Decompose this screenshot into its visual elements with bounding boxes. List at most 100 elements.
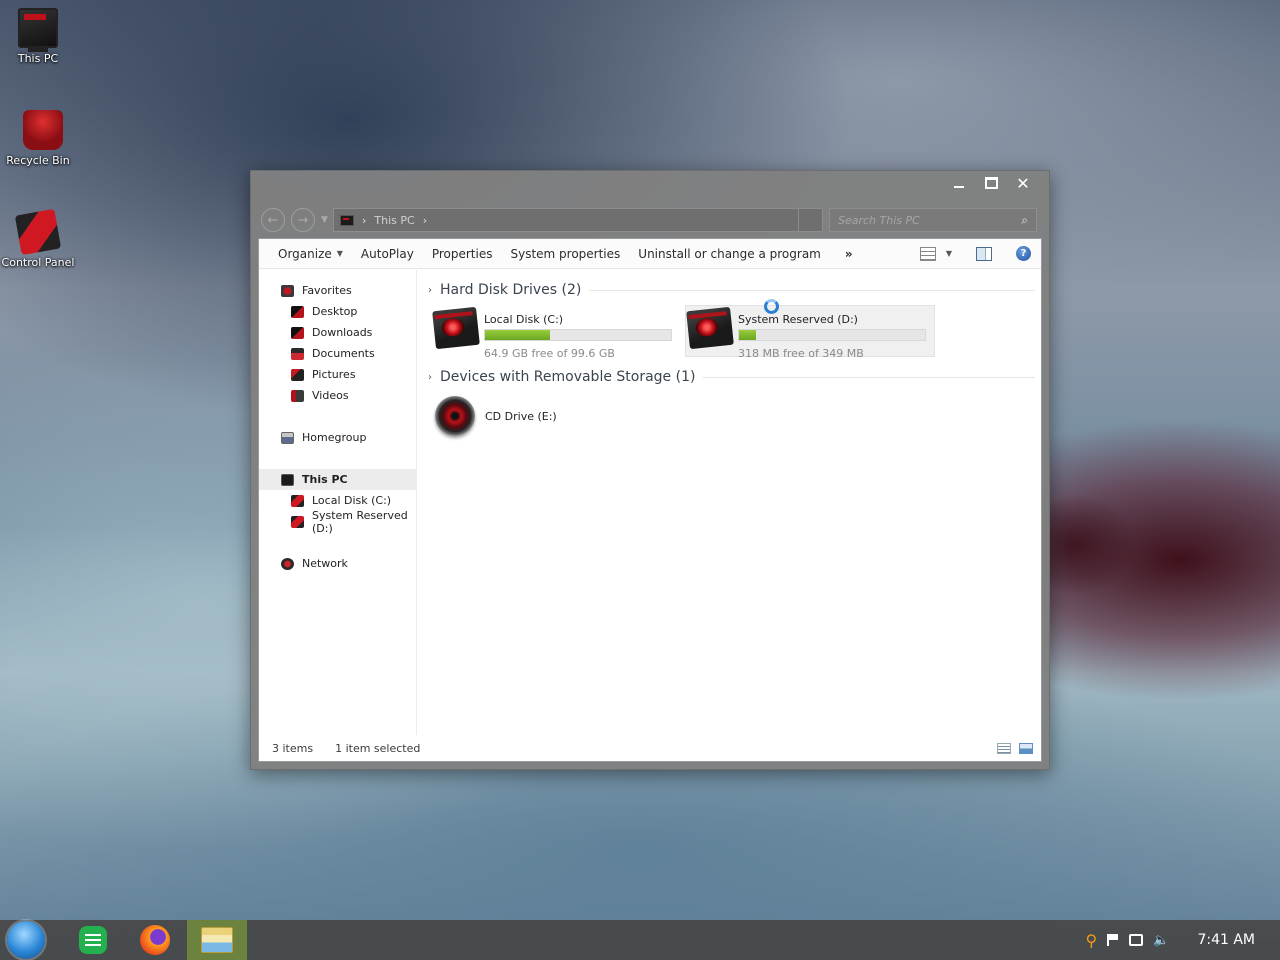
sidebar-item-system-reserved[interactable]: System Reserved (D:): [259, 509, 416, 535]
taskbar: ⚲ 🔈 7:41 AM: [0, 920, 1280, 960]
control-panel-icon: [14, 208, 62, 256]
properties-button[interactable]: Properties: [423, 239, 502, 269]
sidebar-item-this-pc[interactable]: This PC: [259, 469, 416, 490]
desktop-icon-label: This PC: [17, 52, 59, 65]
navigation-bar: ← → ▼ › This PC › Search This PC ⌕: [261, 207, 1041, 233]
view-controls: ▼ ?: [919, 246, 1041, 261]
autoplay-button[interactable]: AutoPlay: [352, 239, 423, 269]
group-divider: [589, 289, 1035, 291]
cd-drive-icon: [435, 396, 475, 436]
sidebar-item-label: Pictures: [312, 368, 356, 381]
favorites-star-icon: [281, 284, 294, 297]
sidebar-item-desktop[interactable]: Desktop: [259, 301, 416, 322]
hard-drive-icon: [686, 306, 734, 350]
maximize-button[interactable]: [975, 173, 1007, 193]
desktop-icon-control-panel[interactable]: Control Panel: [0, 208, 76, 269]
forward-button[interactable]: →: [291, 208, 315, 232]
chevron-down-icon[interactable]: ▼: [946, 249, 952, 258]
taskbar-app-notes[interactable]: [63, 920, 123, 960]
details-view-icon[interactable]: [997, 743, 1011, 754]
drive-name: Local Disk (C:): [484, 313, 564, 326]
address-separator[interactable]: ›: [423, 214, 427, 227]
back-arrow-icon: ←: [267, 212, 279, 228]
close-button[interactable]: ✕: [1007, 173, 1039, 193]
sidebar-item-pictures[interactable]: Pictures: [259, 364, 416, 385]
back-button[interactable]: ←: [261, 208, 285, 232]
drive-usage-fill: [739, 330, 756, 340]
sidebar-item-label: Desktop: [312, 305, 358, 318]
forward-arrow-icon: →: [297, 212, 309, 228]
desktop-icon-label: Control Panel: [1, 256, 75, 269]
sidebar-item-label: Downloads: [312, 326, 373, 339]
firefox-icon: [140, 925, 170, 955]
address-bar[interactable]: › This PC ›: [333, 208, 799, 232]
this-pc-icon: [18, 8, 58, 52]
organize-label: Organize: [278, 246, 332, 261]
sidebar-item-label: Documents: [312, 347, 375, 360]
homegroup-icon: [281, 431, 294, 444]
change-view-icon[interactable]: [919, 246, 936, 261]
address-location[interactable]: This PC: [374, 214, 414, 227]
drive-free-space: 64.9 GB free of 99.6 GB: [484, 347, 615, 360]
clock[interactable]: 7:41 AM: [1197, 932, 1255, 948]
search-icon[interactable]: ⚲: [1086, 931, 1098, 950]
sidebar-item-videos[interactable]: Videos: [259, 385, 416, 406]
sidebar-item-label: Network: [302, 557, 348, 570]
uninstall-program-button[interactable]: Uninstall or change a program: [629, 239, 830, 269]
address-separator: ›: [362, 213, 367, 227]
sidebar-item-network[interactable]: Network: [259, 553, 416, 574]
recycle-bin-icon: [23, 110, 63, 150]
sidebar-item-downloads[interactable]: Downloads: [259, 322, 416, 343]
command-bar: Organize ▼ AutoPlay Properties System pr…: [259, 239, 1041, 269]
file-explorer-icon: [201, 927, 233, 953]
drive-usage-fill: [485, 330, 551, 340]
minimize-button[interactable]: [943, 173, 975, 193]
chevron-right-icon: ›: [428, 284, 432, 296]
explorer-content: Organize ▼ AutoPlay Properties System pr…: [258, 238, 1042, 762]
sidebar-item-label: Homegroup: [302, 431, 367, 444]
group-divider: [703, 376, 1035, 378]
refresh-button[interactable]: [799, 208, 823, 232]
organize-menu[interactable]: Organize ▼: [269, 239, 352, 269]
drive-tile-c[interactable]: Local Disk (C:) 64.9 GB free of 99.6 GB: [431, 305, 681, 360]
pictures-folder-icon: [291, 368, 304, 381]
search-placeholder: Search This PC: [838, 213, 920, 227]
recent-locations-button[interactable]: ▼: [321, 215, 333, 225]
busy-cursor-icon: [764, 299, 779, 314]
hard-drive-icon: [291, 515, 304, 528]
drive-name: CD Drive (E:): [485, 409, 557, 423]
preview-pane-icon[interactable]: [976, 246, 992, 261]
sidebar-item-homegroup[interactable]: Homegroup: [259, 427, 416, 448]
drive-tile-d[interactable]: System Reserved (D:) 318 MB free of 349 …: [685, 305, 935, 360]
notes-app-icon: [79, 926, 107, 954]
taskbar-app-file-explorer[interactable]: [187, 920, 247, 960]
chevron-right-icon: ›: [428, 371, 432, 383]
group-header-removable[interactable]: › Devices with Removable Storage (1): [428, 368, 1041, 386]
tiles-view-icon[interactable]: [1019, 743, 1033, 754]
network-icon[interactable]: [1129, 934, 1144, 946]
selection-count: 1 item selected: [335, 742, 421, 755]
volume-icon[interactable]: 🔈: [1153, 933, 1169, 948]
action-center-flag-icon[interactable]: [1107, 934, 1119, 946]
navigation-pane: Favorites Desktop Downloads Documents Pi…: [259, 270, 417, 735]
system-properties-button[interactable]: System properties: [501, 239, 629, 269]
hard-drive-icon: [432, 306, 480, 350]
desktop-icon-this-pc[interactable]: This PC: [0, 8, 76, 65]
desktop-icon-recycle-bin[interactable]: Recycle Bin: [0, 110, 76, 167]
status-bar: 3 items 1 item selected: [259, 736, 1041, 761]
network-icon: [281, 557, 294, 570]
more-commands-button[interactable]: »: [836, 239, 862, 269]
sidebar-item-label: Favorites: [302, 284, 352, 297]
drive-tile-cd[interactable]: CD Drive (E:): [435, 396, 1041, 436]
sidebar-item-favorites[interactable]: Favorites: [259, 280, 416, 301]
drive-info: System Reserved (D:) 318 MB free of 349 …: [738, 309, 929, 360]
taskbar-app-firefox[interactable]: [125, 920, 185, 960]
sidebar-item-documents[interactable]: Documents: [259, 343, 416, 364]
drive-list: Local Disk (C:) 64.9 GB free of 99.6 GB …: [431, 305, 1041, 360]
group-header-hard-disks[interactable]: › Hard Disk Drives (2): [428, 281, 1041, 299]
start-button[interactable]: [7, 921, 45, 959]
search-input[interactable]: Search This PC ⌕: [829, 208, 1037, 232]
help-icon[interactable]: ?: [1016, 246, 1031, 261]
